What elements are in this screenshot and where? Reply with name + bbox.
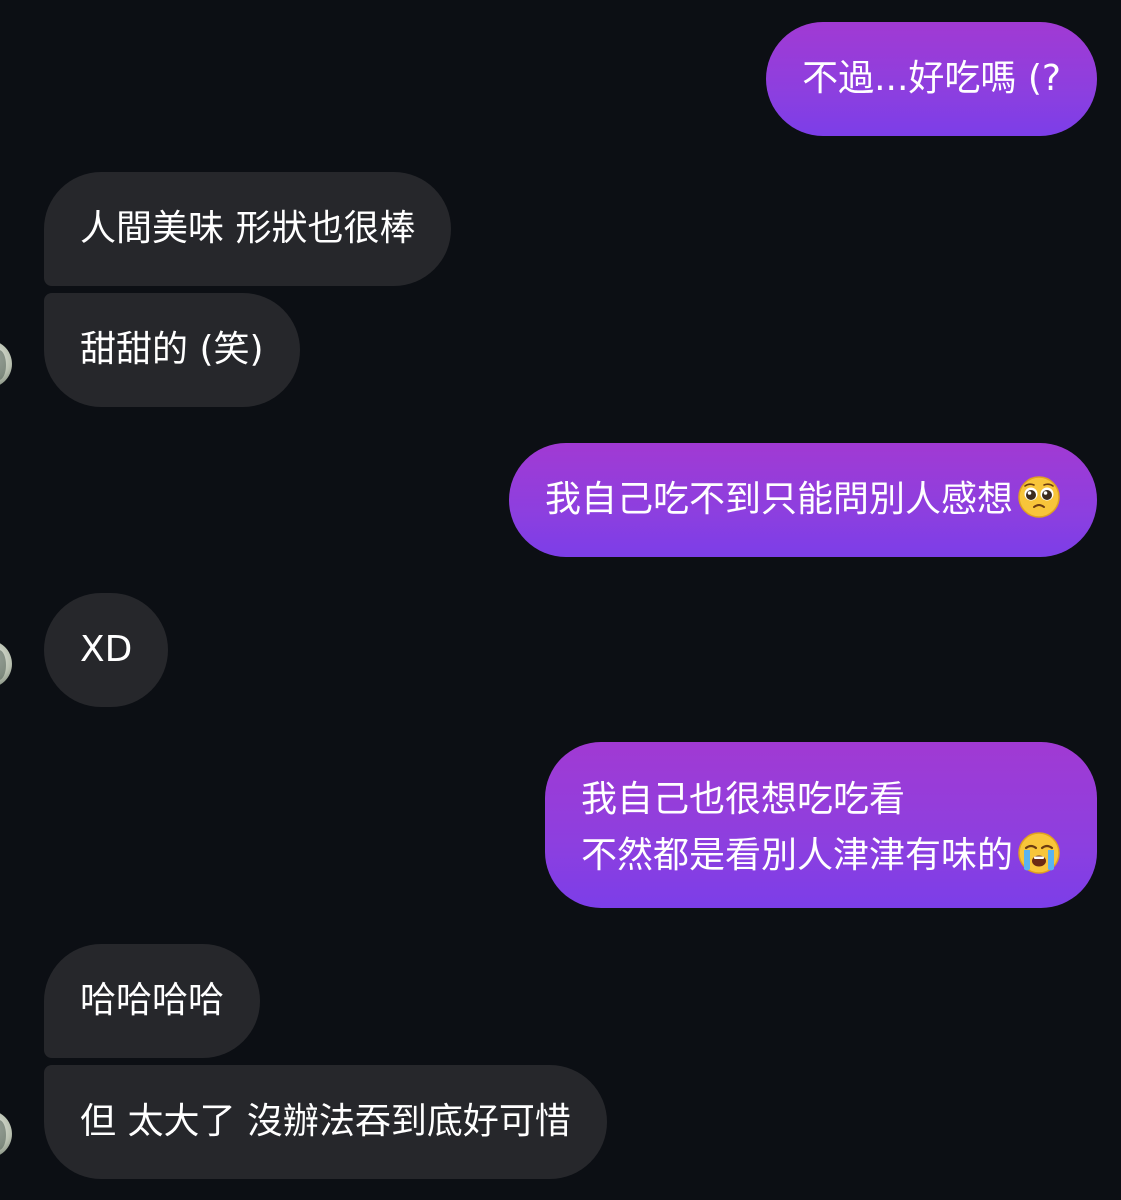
message-text: 我自己吃不到只能問別人感想 (544, 479, 1013, 520)
received-message[interactable]: XD (44, 593, 169, 707)
contact-avatar[interactable] (0, 640, 12, 688)
received-message[interactable]: 哈哈哈哈 (44, 944, 261, 1058)
message-text: 但 太大了 沒辦法吞到底好可惜 (80, 1101, 571, 1142)
message-text: 人間美味 形狀也很棒 (80, 208, 416, 249)
message-text-line: 不然都是看別人津津有味的 (580, 835, 1013, 876)
received-message[interactable]: 但 太大了 沒辦法吞到底好可惜 (44, 1065, 607, 1179)
message-text-line: 我自己也很想吃吃看 (580, 779, 905, 820)
contact-avatar[interactable] (0, 340, 12, 388)
sent-message[interactable]: 我自己也很想吃吃看 不然都是看別人津津有味的 (544, 742, 1097, 908)
message-thread: 不過...好吃嗎 (? 人間美味 形狀也很棒 甜甜的 (笑) 我自己吃不到只能問… (0, 0, 1121, 1200)
pleading-face-emoji-icon (1018, 476, 1060, 518)
message-text: 哈哈哈哈 (80, 980, 225, 1021)
message-text: 不過...好吃嗎 (? (802, 58, 1061, 99)
contact-avatar[interactable] (0, 1110, 12, 1158)
message-text: XD (80, 629, 133, 670)
message-text: 甜甜的 (笑) (80, 329, 264, 370)
sent-message[interactable]: 不過...好吃嗎 (? (766, 22, 1097, 136)
received-message[interactable]: 甜甜的 (笑) (44, 293, 300, 407)
message-text-line-with-emoji: 不然都是看別人津津有味的 (581, 828, 1061, 884)
received-message[interactable]: 人間美味 形狀也很棒 (44, 172, 452, 286)
loudly-crying-face-emoji-icon (1018, 832, 1060, 874)
sent-message[interactable]: 我自己吃不到只能問別人感想 (508, 443, 1097, 557)
